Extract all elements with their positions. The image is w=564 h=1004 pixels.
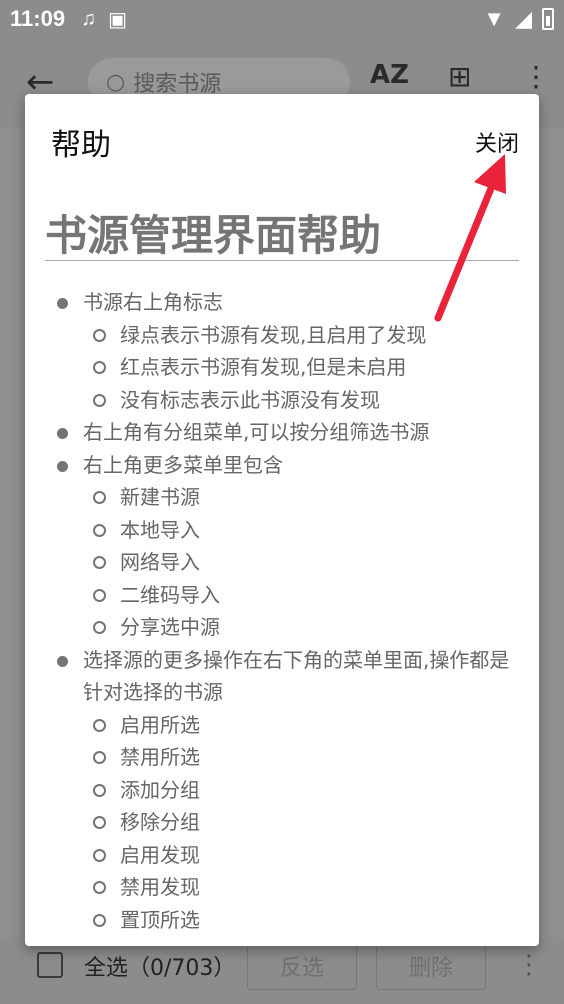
list-subitem: 没有标志表示此书源没有发现: [25, 384, 539, 417]
help-content: 书源右上角标志 绿点表示书源有发现,且启用了发现 红点表示书源有发现,但是未启用…: [25, 286, 539, 936]
invert-selection-button[interactable]: 反选: [247, 942, 357, 990]
battery-icon: [542, 8, 554, 30]
list-subitem: 启用发现: [25, 839, 539, 872]
list-subitem: 移除分组: [25, 806, 539, 839]
list-subitem: 禁用所选: [25, 741, 539, 774]
list-item: 选择源的更多操作在右下角的菜单里面,操作都是针对选择的书源: [25, 644, 539, 709]
list-item: 右上角有分组菜单,可以按分组筛选书源: [25, 416, 539, 449]
search-icon: ○: [106, 69, 126, 95]
notification-icon: ▣: [108, 8, 127, 31]
list-subitem: 二维码导入: [25, 579, 539, 612]
help-heading: 书源管理界面帮助: [45, 211, 382, 260]
close-button[interactable]: 关闭: [475, 126, 519, 158]
group-menu-icon[interactable]: ⊞: [448, 60, 471, 93]
list-item: 右上角更多菜单里包含: [25, 449, 539, 482]
list-subitem: 添加分组: [25, 774, 539, 807]
music-note-icon: ♫: [81, 7, 97, 30]
heading-divider: [45, 260, 519, 261]
status-bar: 11:09 ♫ ▣ ▼ ◢: [0, 0, 564, 38]
list-item: 书源右上角标志: [25, 286, 539, 319]
help-dialog: 帮助 关闭 书源管理界面帮助 书源右上角标志 绿点表示书源有发现,且启用了发现 …: [25, 94, 539, 946]
sort-az-icon[interactable]: AZ: [370, 60, 409, 90]
list-subitem: 红点表示书源有发现,但是未启用: [25, 351, 539, 384]
list-subitem: 置顶所选: [25, 904, 539, 937]
select-all-checkbox[interactable]: [37, 952, 63, 978]
wifi-icon: ▼: [483, 6, 506, 31]
delete-button[interactable]: 删除: [376, 942, 486, 990]
list-subitem: 绿点表示书源有发现,且启用了发现: [25, 319, 539, 352]
more-vert-icon[interactable]: ⋮: [522, 60, 550, 93]
list-subitem: 启用所选: [25, 709, 539, 742]
list-subitem: 分享选中源: [25, 611, 539, 644]
bottom-bar: 全选（0/703） 反选 删除 ⋮: [0, 938, 564, 1004]
status-time: 11:09: [10, 6, 66, 31]
status-right-icons: ▼ ◢: [483, 6, 554, 32]
list-subitem: 新建书源: [25, 481, 539, 514]
list-subitem: 本地导入: [25, 514, 539, 547]
list-subitem: 禁用发现: [25, 871, 539, 904]
signal-icon: ◢: [515, 6, 532, 31]
select-all-label[interactable]: 全选（0/703）: [84, 950, 235, 982]
bottom-more-icon[interactable]: ⋮: [516, 950, 542, 980]
list-subitem: 网络导入: [25, 546, 539, 579]
dialog-title: 帮助: [51, 128, 111, 163]
